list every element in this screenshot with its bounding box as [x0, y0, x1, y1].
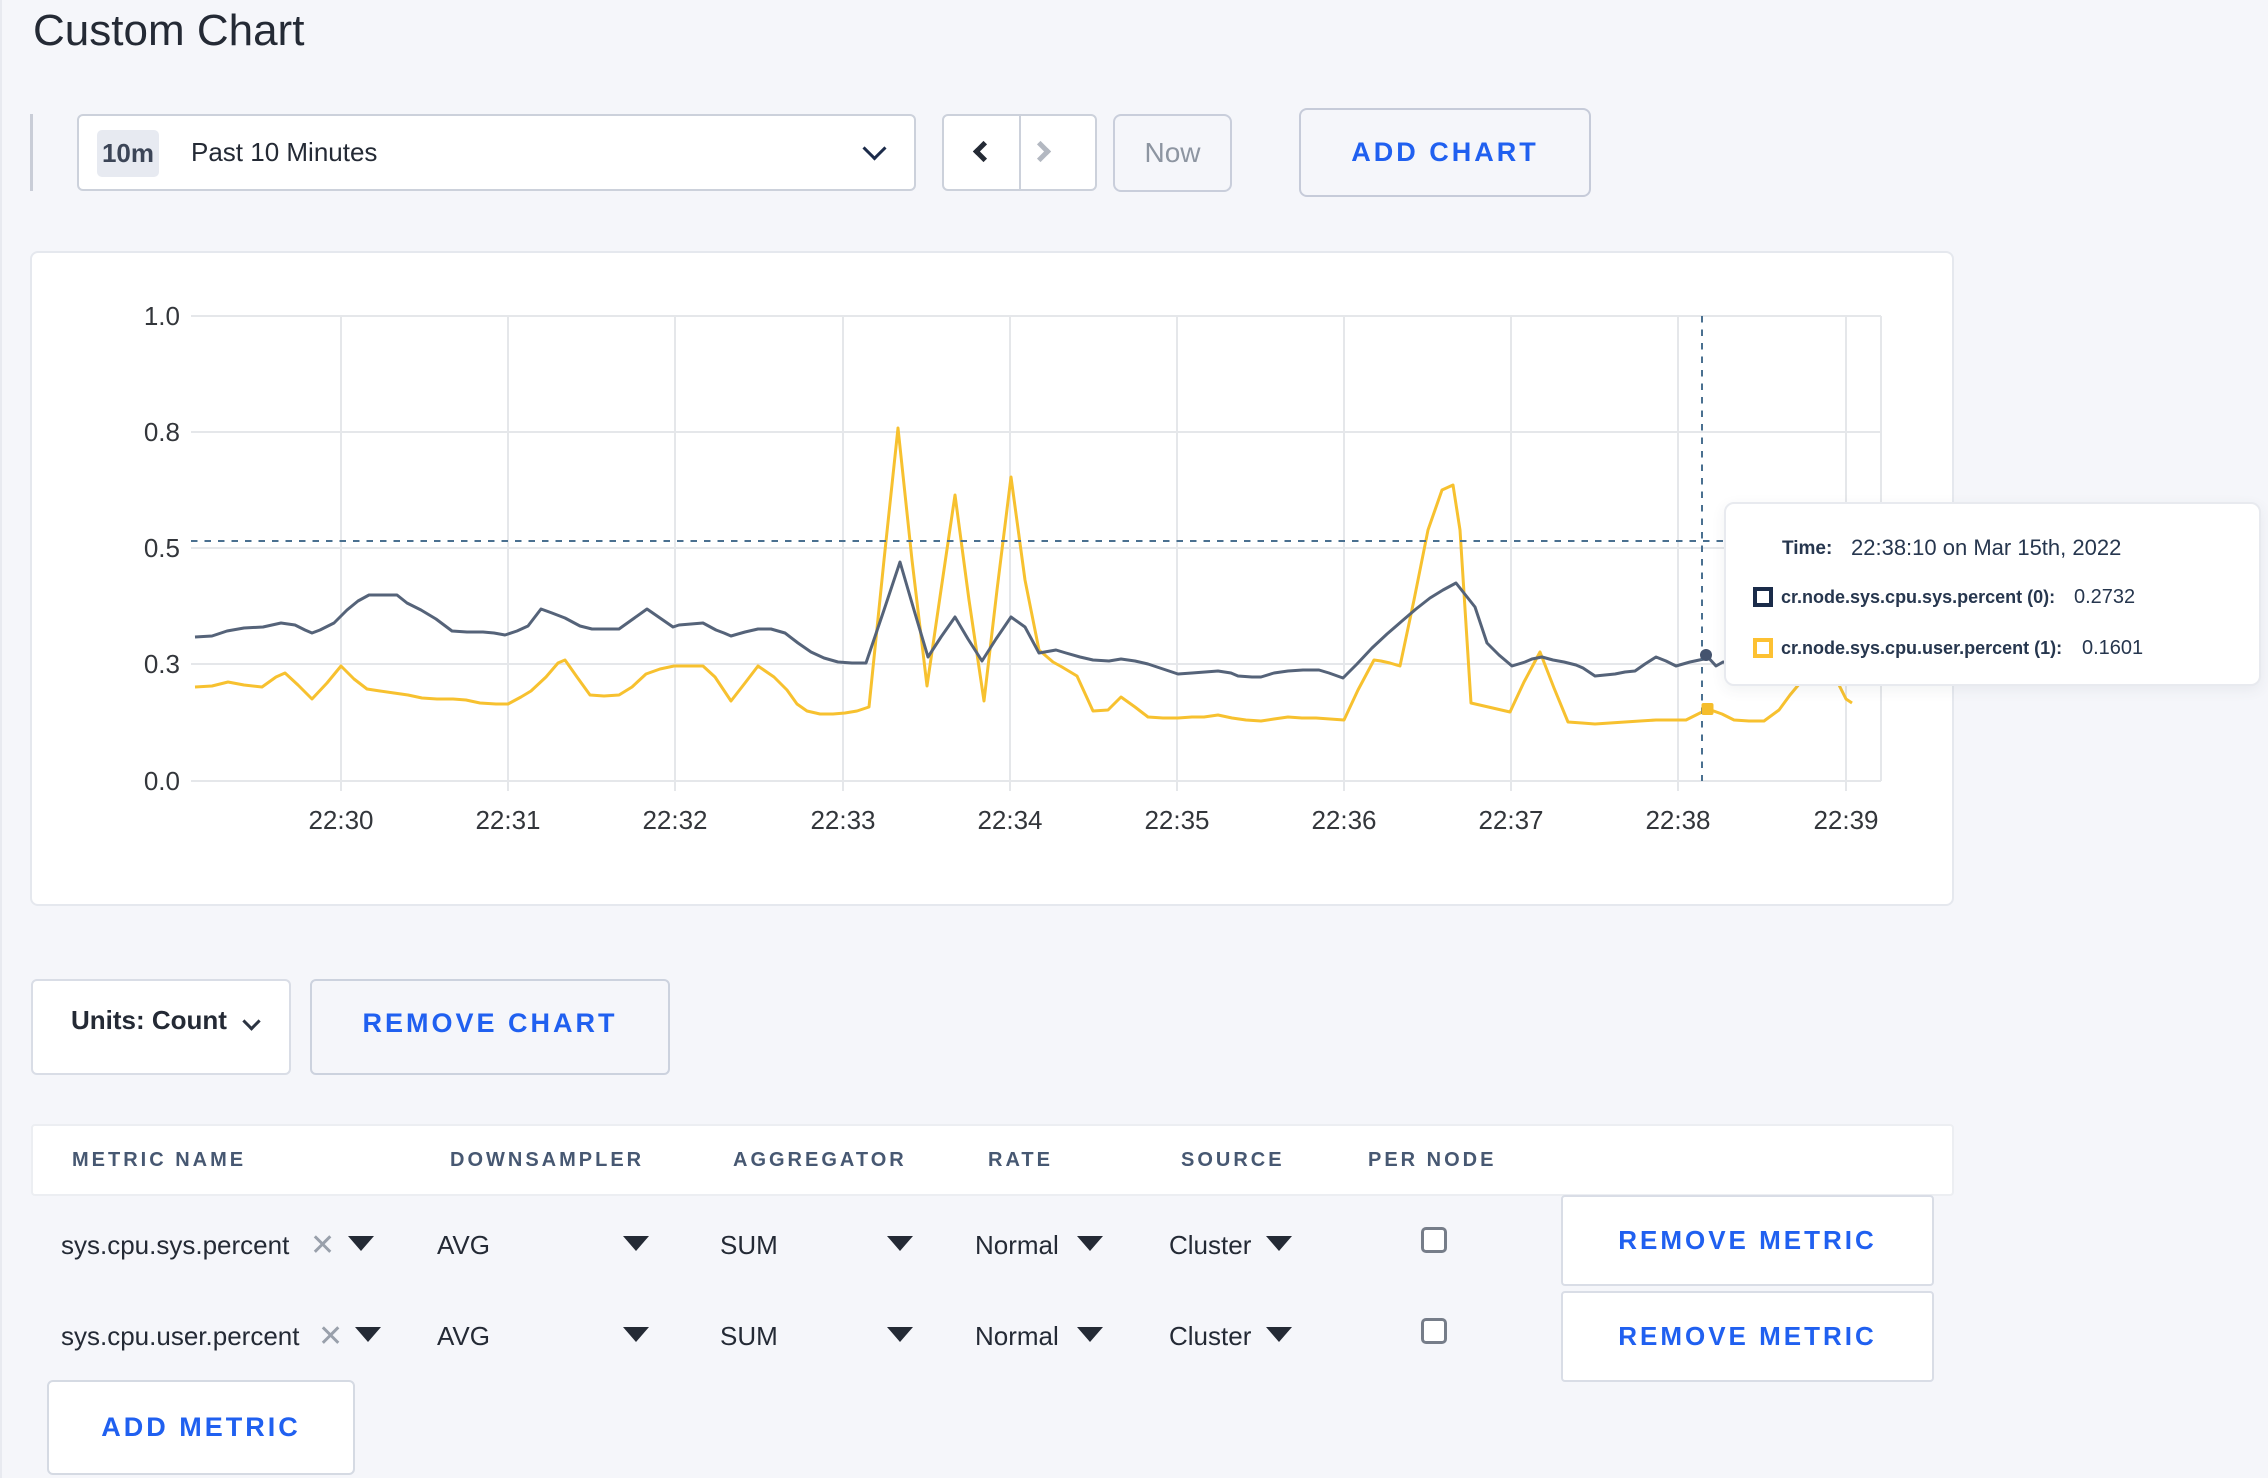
svg-text:22:36: 22:36 [1311, 805, 1376, 835]
svg-text:0.5: 0.5 [144, 533, 180, 563]
svg-text:22:33: 22:33 [810, 805, 875, 835]
svg-text:22:38: 22:38 [1645, 805, 1710, 835]
svg-text:22:32: 22:32 [642, 805, 707, 835]
svg-text:0.0: 0.0 [144, 766, 180, 796]
svg-text:22:31: 22:31 [475, 805, 540, 835]
svg-text:22:37: 22:37 [1478, 805, 1543, 835]
svg-text:0.3: 0.3 [144, 649, 180, 679]
svg-text:22:39: 22:39 [1813, 805, 1878, 835]
svg-text:0.8: 0.8 [144, 417, 180, 447]
svg-text:1.0: 1.0 [144, 301, 180, 331]
svg-text:22:35: 22:35 [1144, 805, 1209, 835]
svg-text:22:30: 22:30 [308, 805, 373, 835]
svg-text:22:34: 22:34 [977, 805, 1042, 835]
